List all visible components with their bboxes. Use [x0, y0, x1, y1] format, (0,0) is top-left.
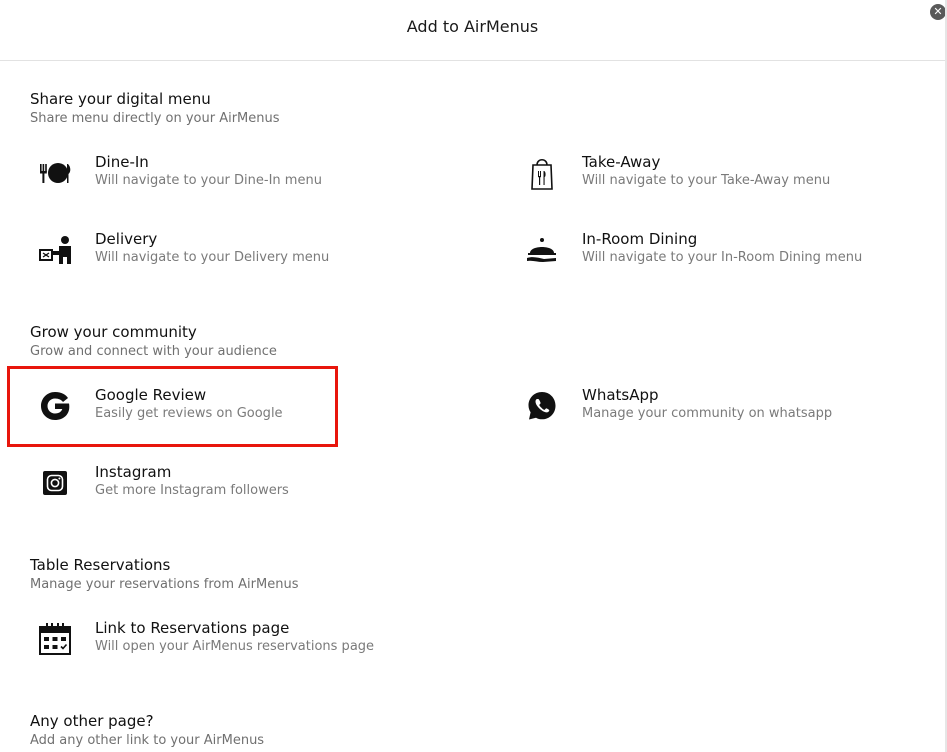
close-icon[interactable]: ✕: [930, 4, 946, 20]
in-room-dining-option[interactable]: In-Room Dining Will navigate to your In-…: [518, 230, 938, 286]
community-section-subtitle: Grow and connect with your audience: [30, 344, 277, 359]
whatsapp-icon: [518, 386, 566, 426]
other-section-title: Any other page?: [30, 712, 154, 730]
option-label: Delivery: [95, 230, 158, 248]
delivery-option[interactable]: Delivery Will navigate to your Delivery …: [31, 230, 451, 286]
option-label: Take-Away: [582, 153, 661, 171]
option-description: Will navigate to your Delivery menu: [95, 250, 330, 265]
add-to-airmenus-modal: Add to AirMenus ✕ Share your digital men…: [0, 0, 946, 752]
modal-title: Add to AirMenus: [406, 17, 539, 36]
calendar-icon: [31, 619, 79, 659]
option-description: Will navigate to your In-Room Dining men…: [582, 250, 863, 265]
option-label: In-Room Dining: [582, 230, 698, 248]
community-section-title: Grow your community: [30, 323, 197, 341]
option-description: Will navigate to your Dine-In menu: [95, 173, 322, 188]
dine-in-icon: [31, 153, 79, 193]
reservations-link-option[interactable]: Link to Reservations page Will open your…: [31, 619, 451, 675]
instagram-option[interactable]: Instagram Get more Instagram followers: [31, 463, 451, 519]
whatsapp-option[interactable]: WhatsApp Manage your community on whatsa…: [518, 386, 938, 442]
cloche-icon: [518, 230, 566, 270]
instagram-icon: [31, 463, 79, 503]
google-review-highlight-box: [7, 366, 338, 447]
reservations-section-title: Table Reservations: [30, 556, 171, 574]
modal-header: Add to AirMenus: [0, 0, 945, 61]
option-description: Get more Instagram followers: [95, 483, 289, 498]
share-section-title: Share your digital menu: [30, 90, 211, 108]
other-section-subtitle: Add any other link to your AirMenus: [30, 733, 265, 748]
take-away-bag-icon: [518, 153, 566, 193]
take-away-option[interactable]: Take-Away Will navigate to your Take-Awa…: [518, 153, 938, 209]
option-description: Manage your community on whatsapp: [582, 406, 833, 421]
reservations-section-subtitle: Manage your reservations from AirMenus: [30, 577, 299, 592]
option-label: Dine-In: [95, 153, 149, 171]
option-label: WhatsApp: [582, 386, 659, 404]
share-section-subtitle: Share menu directly on your AirMenus: [30, 111, 280, 126]
option-description: Will open your AirMenus reservations pag…: [95, 639, 375, 654]
option-description: Will navigate to your Take-Away menu: [582, 173, 831, 188]
option-label: Link to Reservations page: [95, 619, 290, 637]
option-label: Instagram: [95, 463, 172, 481]
dine-in-option[interactable]: Dine-In Will navigate to your Dine-In me…: [31, 153, 451, 209]
delivery-person-icon: [31, 230, 79, 270]
